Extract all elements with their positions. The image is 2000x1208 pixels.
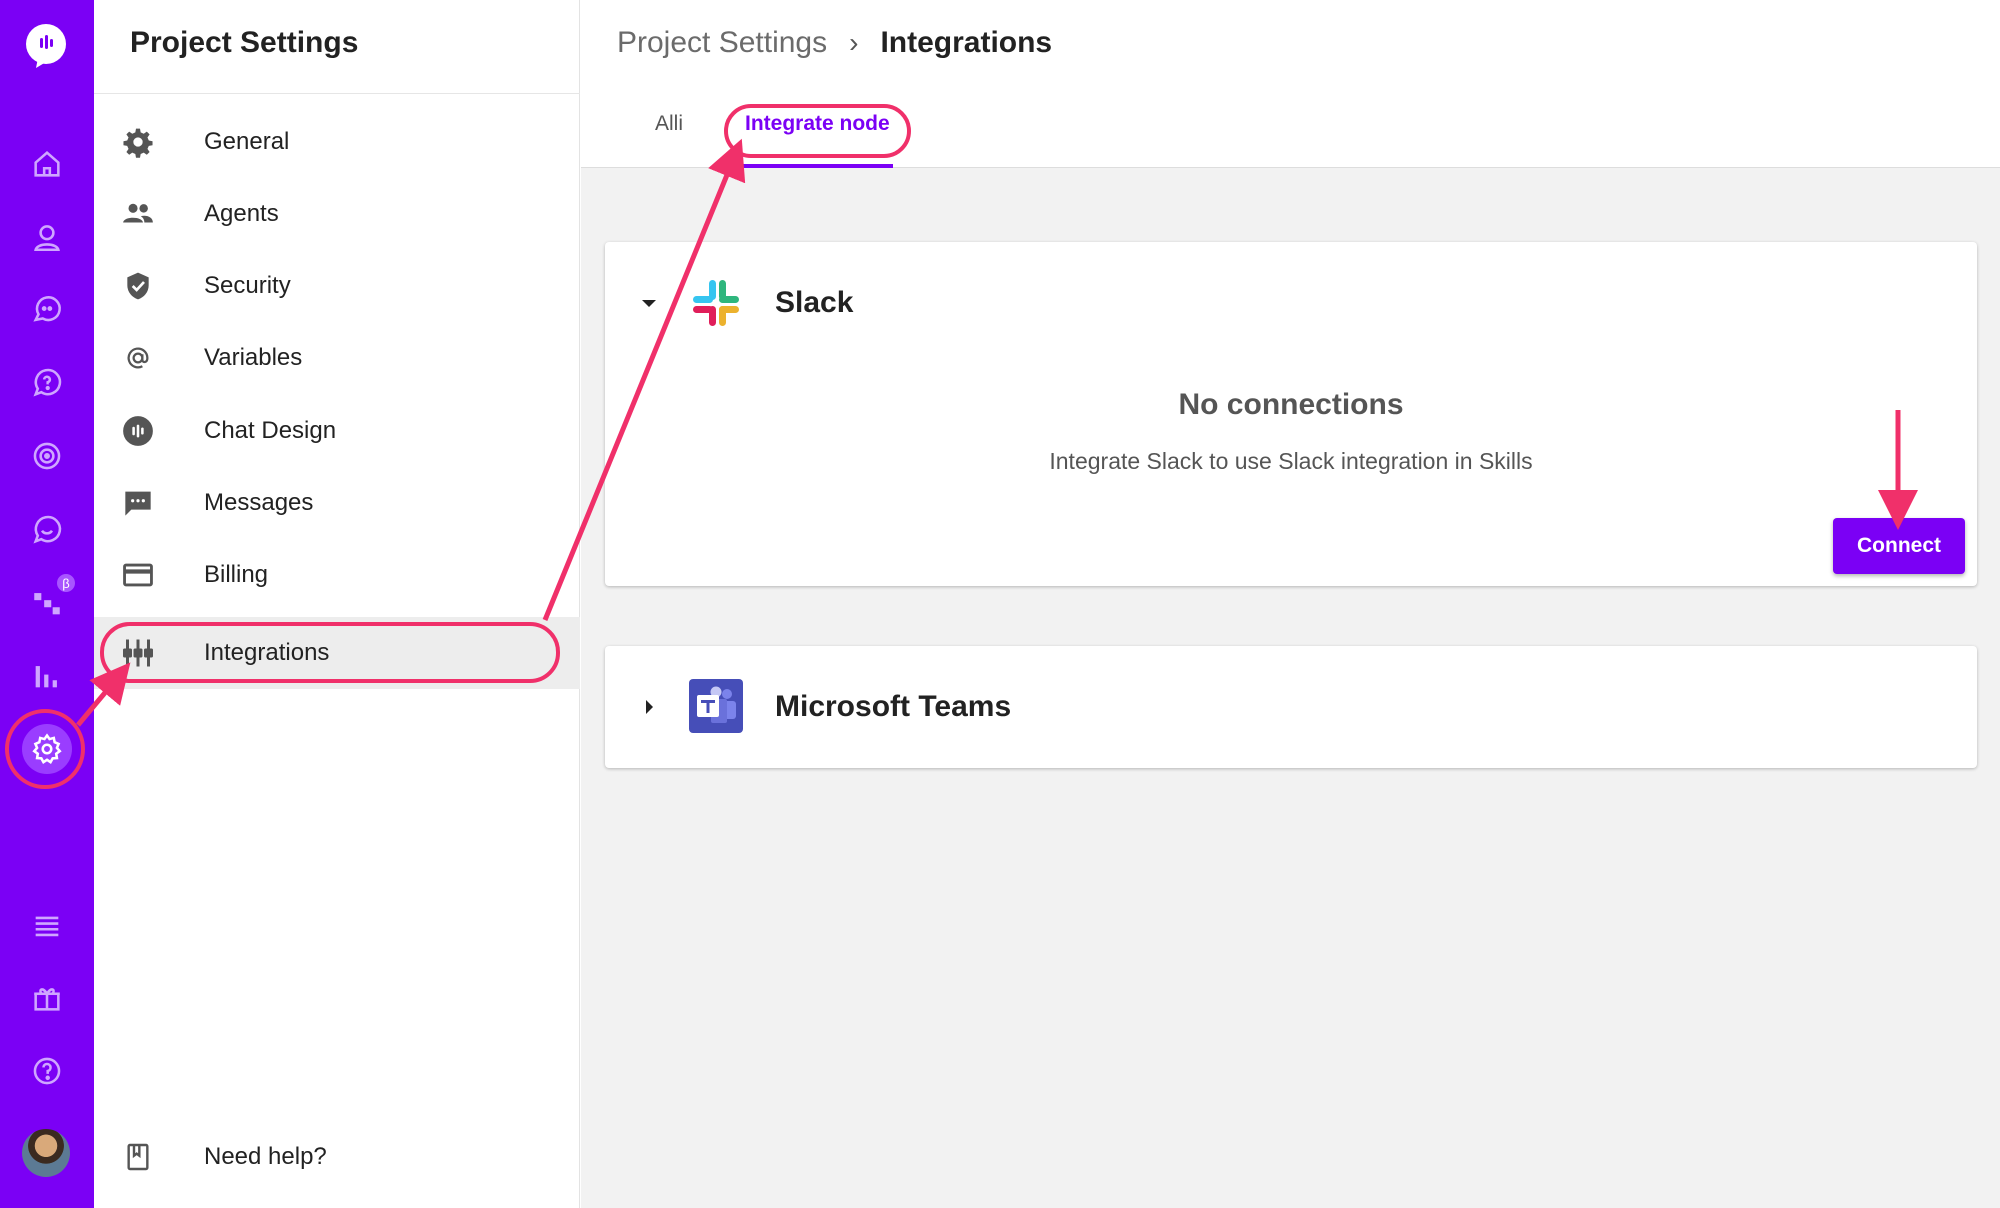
page-title: Integrations — [880, 26, 1053, 59]
sidebar-item-chat-design[interactable]: Chat Design — [94, 395, 580, 467]
breadcrumb-parent[interactable]: Project Settings — [617, 26, 827, 60]
sidebar-item-messages[interactable]: Messages — [94, 467, 580, 539]
divider — [94, 93, 580, 94]
connect-button[interactable]: Connect — [1833, 518, 1965, 574]
target-icon[interactable] — [23, 432, 71, 480]
integration-card-microsoft-teams: Microsoft Teams — [605, 646, 1977, 768]
help-bubble-icon[interactable] — [23, 359, 71, 407]
sidebar-item-label: Billing — [204, 561, 269, 588]
sidebar-item-label: Messages — [204, 489, 314, 516]
caret-right-icon[interactable] — [639, 697, 659, 717]
avatar[interactable] — [22, 1129, 70, 1177]
chevron-right-icon: › — [849, 27, 859, 58]
people-icon — [118, 194, 158, 234]
tab-integrate-node[interactable]: Integrate node — [745, 112, 890, 136]
credit-card-icon — [118, 555, 158, 595]
bar-chart-icon[interactable] — [23, 652, 71, 700]
settings-gear-icon[interactable] — [22, 724, 72, 774]
sidebar-item-label: Chat Design — [204, 417, 337, 444]
chat-bubbles-icon[interactable] — [23, 286, 71, 334]
sidebar-item-agents[interactable]: Agents — [94, 178, 580, 250]
user-icon[interactable] — [23, 213, 71, 261]
need-help-label: Need help? — [204, 1143, 327, 1170]
shield-icon — [118, 266, 158, 306]
beta-badge: β — [55, 572, 77, 594]
integration-card-slack: Slack No connections Integrate Slack to … — [605, 242, 1977, 586]
sidebar-item-label: Integrations — [204, 639, 330, 666]
question-icon[interactable] — [23, 1047, 71, 1095]
need-help-link[interactable]: Need help? — [94, 1121, 580, 1193]
logo-icon[interactable] — [20, 20, 72, 72]
sidebar-item-label: Security — [204, 272, 291, 299]
integration-name: Microsoft Teams — [775, 690, 1012, 723]
active-tab-indicator — [730, 164, 893, 168]
main-content: Project Settings › Integrations Alli Int… — [581, 0, 2000, 1208]
gear-icon — [118, 122, 158, 162]
page-header: Project Settings › Integrations Alli Int… — [581, 0, 2000, 168]
sidebar-item-variables[interactable]: Variables — [94, 322, 580, 394]
home-icon[interactable] — [23, 140, 71, 188]
chat-design-icon — [118, 411, 158, 451]
breadcrumb: Project Settings › Integrations — [617, 26, 1052, 60]
message-dots-icon — [118, 483, 158, 523]
empty-state-title: No connections — [1178, 388, 1404, 421]
caret-down-icon[interactable] — [639, 293, 659, 313]
book-icon — [118, 1137, 158, 1177]
card-header[interactable]: Slack — [605, 242, 1977, 364]
slack-logo-icon — [689, 276, 743, 330]
sidebar-item-label: Variables — [204, 344, 303, 371]
empty-state-text: Integrate Slack to use Slack integration… — [1049, 448, 1533, 474]
smiley-chat-icon[interactable] — [23, 506, 71, 554]
sidebar-item-general[interactable]: General — [94, 106, 580, 178]
integrations-icon — [118, 633, 158, 673]
settings-sidebar: Project Settings General Agents Security… — [94, 0, 580, 1208]
gift-icon[interactable] — [23, 974, 71, 1022]
app-rail: β — [0, 0, 94, 1208]
settings-title: Project Settings — [130, 26, 359, 59]
card-header[interactable]: Microsoft Teams — [605, 646, 1977, 768]
at-sign-icon — [118, 338, 158, 378]
menu-lines-icon[interactable] — [23, 901, 71, 949]
tab-alli[interactable]: Alli — [655, 112, 683, 136]
microsoft-teams-logo-icon — [689, 679, 743, 733]
sidebar-item-security[interactable]: Security — [94, 250, 580, 322]
sidebar-item-label: Agents — [204, 200, 279, 227]
sidebar-item-billing[interactable]: Billing — [94, 539, 580, 611]
integration-name: Slack — [775, 286, 854, 319]
sidebar-item-label: General — [204, 128, 290, 155]
sidebar-item-integrations[interactable]: Integrations — [94, 617, 580, 689]
